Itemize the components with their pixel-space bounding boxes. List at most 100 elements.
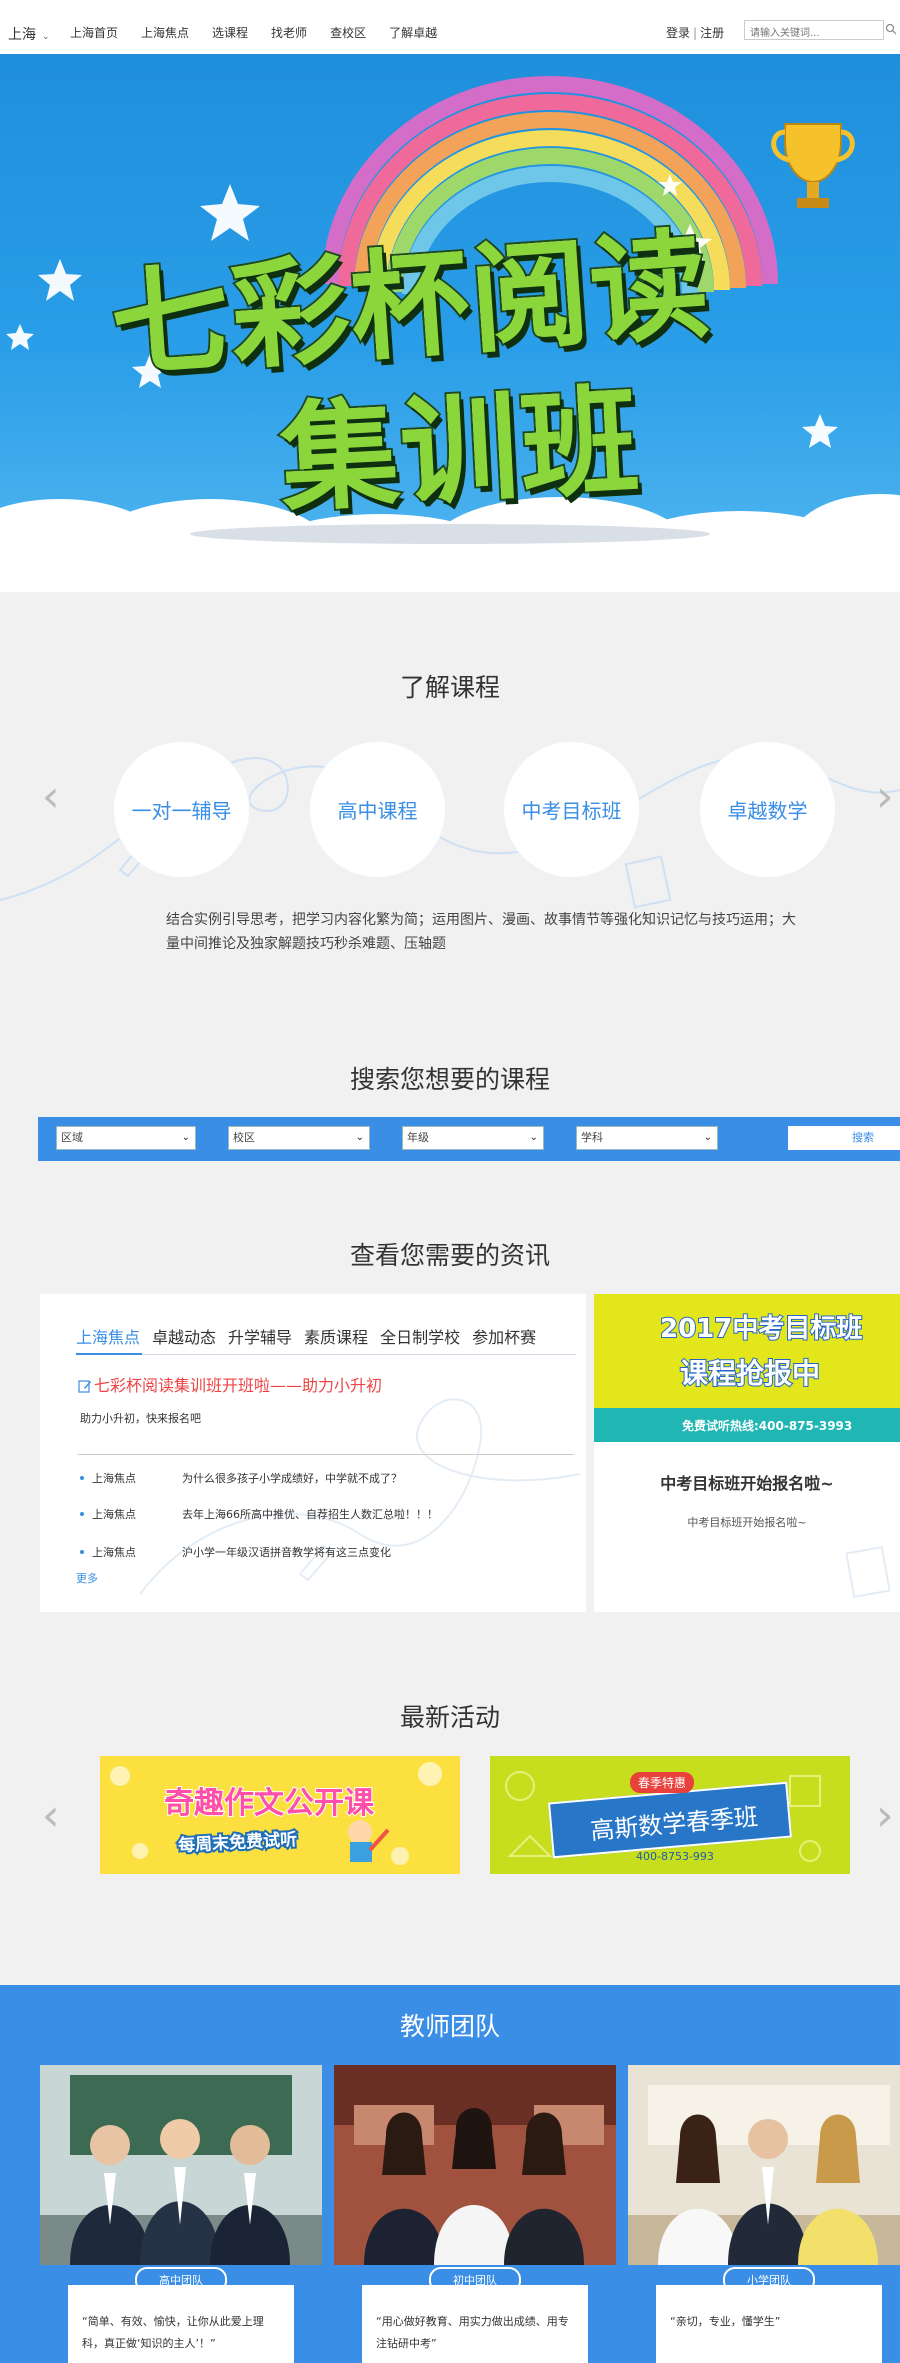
login-link[interactable]: 登录	[666, 26, 690, 40]
teacher-card-middleschool[interactable]: 初中团队 “用心做好教育、用实力做出成绩、用专注钻研中考”	[334, 2065, 616, 2363]
teacher-card-highschool[interactable]: 高中团队 “简单、有效、愉快，让你从此爱上理科，真正做‘知识的主人’！”	[40, 2065, 322, 2363]
promo-image-subtitle: 课程抢报中	[679, 1356, 821, 1391]
list-item[interactable]: 上海焦点 沪小学一年级汉语拼音教学将有这三点变化	[80, 1544, 391, 1560]
select-value: 年级	[407, 1131, 429, 1144]
list-item[interactable]: 上海焦点 为什么很多孩子小学成绩好，中学就不成了？	[80, 1470, 402, 1486]
nav-courses[interactable]: 选课程	[212, 24, 248, 41]
news-section-title: 查看您需要的资讯	[349, 1241, 550, 1270]
teacher-photo	[628, 2065, 900, 2265]
nav-focus[interactable]: 上海焦点	[141, 24, 189, 41]
activity-card-math[interactable]: 春季特惠 高斯数学春季班 400-8753-993	[490, 1756, 850, 1874]
course-item-1v1[interactable]: 一对一辅导	[114, 742, 249, 877]
news-category: 上海焦点	[92, 1508, 136, 1521]
news-category: 上海焦点	[92, 1546, 136, 1559]
course-label: 中考目标班	[521, 799, 622, 823]
news-category: 上海焦点	[92, 1472, 136, 1485]
activity-card-writing[interactable]: 奇趣作文公开课 每周末免费试听	[100, 1756, 460, 1874]
promo-decoration	[845, 1546, 891, 1598]
activity-phone: 400-8753-993	[636, 1850, 714, 1863]
courses-section-title: 了解课程	[399, 673, 500, 702]
activities-next-arrow[interactable]: ›	[876, 1794, 894, 1838]
promo-card[interactable]: 2017中考目标班 课程抢报中 免费试听热线:400-875-3993 中考目标…	[594, 1294, 900, 1612]
news-panel: 上海焦点 卓越动态 升学辅导 素质课程 全日制学校 参加杯赛 七彩杯阅读集训班开…	[40, 1294, 586, 1612]
bullet-icon	[80, 1512, 84, 1516]
course-label: 一对一辅导	[131, 799, 232, 823]
chevron-down-icon: ⌄	[42, 32, 50, 42]
subject-select[interactable]: 学科 ⌄	[576, 1126, 718, 1150]
news-divider	[78, 1454, 574, 1455]
tab-competitions[interactable]: 参加杯赛	[472, 1324, 536, 1356]
promo-subtitle: 中考目标班开始报名啦~	[687, 1516, 807, 1529]
chevron-down-icon: ⌄	[355, 1132, 364, 1143]
bullet-icon	[80, 1476, 84, 1480]
news-summary: 助力小升初，快来报名吧	[80, 1412, 201, 1425]
more-link[interactable]: 更多	[76, 1570, 98, 1586]
nav-teachers[interactable]: 找老师	[271, 24, 307, 41]
tab-fulltime-school[interactable]: 全日制学校	[380, 1324, 460, 1356]
news-headline[interactable]: 七彩杯阅读集训班开班啦——助力小升初	[78, 1372, 382, 1396]
course-label: 卓越数学	[727, 799, 808, 823]
course-item-highschool[interactable]: 高中课程	[310, 742, 445, 877]
hero-banner[interactable]: 七彩杯阅读 集训班	[0, 54, 900, 592]
teachers-section-title: 教师团队	[399, 2012, 500, 2041]
search-button[interactable]: 搜索	[788, 1126, 900, 1150]
news-tabs: 上海焦点 卓越动态 升学辅导 素质课程 全日制学校 参加杯赛	[76, 1324, 548, 1356]
tabs-underline	[76, 1353, 576, 1355]
nav-campus[interactable]: 查校区	[330, 24, 366, 41]
tab-news[interactable]: 卓越动态	[152, 1324, 216, 1356]
teacher-photo	[40, 2065, 322, 2265]
news-title: 去年上海66所高中推优、自荐招生人数汇总啦！！！	[182, 1508, 438, 1521]
course-item-zhongkao[interactable]: 中考目标班	[504, 742, 639, 877]
teacher-photo	[334, 2065, 616, 2265]
courses-prev-arrow[interactable]: ‹	[42, 775, 60, 819]
campus-select[interactable]: 校区 ⌄	[228, 1126, 370, 1150]
search-input[interactable]	[745, 24, 861, 43]
select-value: 学科	[581, 1131, 603, 1144]
activities-prev-arrow[interactable]: ‹	[42, 1794, 60, 1838]
course-description: 结合实例引导思考，把学习内容化繁为简；运用图片、漫画、故事情节等强化知识记忆与技…	[166, 912, 796, 952]
chevron-down-icon: ⌄	[181, 1132, 190, 1143]
tab-admission[interactable]: 升学辅导	[228, 1324, 292, 1356]
active-tab-indicator	[76, 1353, 142, 1355]
auth-links: 登录 | 注册	[666, 24, 724, 41]
search-icon[interactable]	[885, 23, 897, 35]
chevron-down-icon: ⌄	[703, 1132, 712, 1143]
activities-section-title: 最新活动	[399, 1703, 500, 1732]
tab-quality-courses[interactable]: 素质课程	[304, 1324, 368, 1356]
tab-shanghai-focus[interactable]: 上海焦点	[76, 1324, 140, 1356]
nav-about[interactable]: 了解卓越	[389, 24, 437, 41]
courses-next-arrow[interactable]: ›	[876, 775, 894, 819]
select-value: 区域	[61, 1131, 83, 1144]
promo-image: 2017中考目标班 课程抢报中 免费试听热线:400-875-3993	[594, 1294, 900, 1442]
city-selector[interactable]: 上海 ⌄	[8, 24, 50, 44]
region-select[interactable]: 区域 ⌄	[56, 1126, 196, 1150]
bullet-icon	[80, 1550, 84, 1554]
header-search	[744, 20, 897, 43]
chevron-down-icon: ⌄	[529, 1132, 538, 1143]
news-title: 为什么很多孩子小学成绩好，中学就不成了？	[182, 1472, 402, 1485]
search-section-title: 搜索您想要的课程	[349, 1065, 550, 1094]
nav-home[interactable]: 上海首页	[70, 24, 118, 41]
activity-badge: 春季特惠	[630, 1772, 695, 1793]
top-bar: 上海 ⌄ 上海首页 上海焦点 选课程 找老师 查校区 了解卓越 登录 | 注册	[0, 0, 900, 54]
team-quote: “用心做好教育、用实力做出成绩、用专注钻研中考”	[362, 2285, 588, 2363]
promo-title: 中考目标班开始报名啦~	[660, 1474, 834, 1493]
teacher-team-section: 教师团队 高中团队 “简单、有效、愉快，让你从此爱上理科，真正做‘知识的主人’！…	[0, 1985, 900, 2363]
team-quote: “亲切，专业，懂学生”	[656, 2285, 882, 2363]
banner-title-line2: 集训班	[275, 370, 646, 531]
activity-title: 奇趣作文公开课	[163, 1785, 375, 1822]
news-title: 沪小学一年级汉语拼音教学将有这三点变化	[182, 1546, 391, 1559]
register-link[interactable]: 注册	[700, 26, 724, 40]
edit-icon	[78, 1380, 91, 1393]
teacher-card-primary[interactable]: 小学团队 “亲切，专业，懂学生”	[628, 2065, 900, 2363]
grade-select[interactable]: 年级 ⌄	[402, 1126, 544, 1150]
team-quote: “简单、有效、愉快，让你从此爱上理科，真正做‘知识的主人’！”	[68, 2285, 294, 2363]
list-item[interactable]: 上海焦点 去年上海66所高中推优、自荐招生人数汇总啦！！！	[80, 1506, 438, 1522]
course-item-math[interactable]: 卓越数学	[700, 742, 835, 877]
headline-text: 七彩杯阅读集训班开班啦——助力小升初	[94, 1376, 383, 1395]
auth-divider: |	[693, 26, 698, 40]
select-value: 校区	[233, 1131, 255, 1144]
course-label: 高中课程	[337, 799, 418, 823]
promo-image-title: 2017中考目标班	[659, 1313, 863, 1345]
main-nav: 上海首页 上海焦点 选课程 找老师 查校区 了解卓越	[70, 24, 460, 41]
